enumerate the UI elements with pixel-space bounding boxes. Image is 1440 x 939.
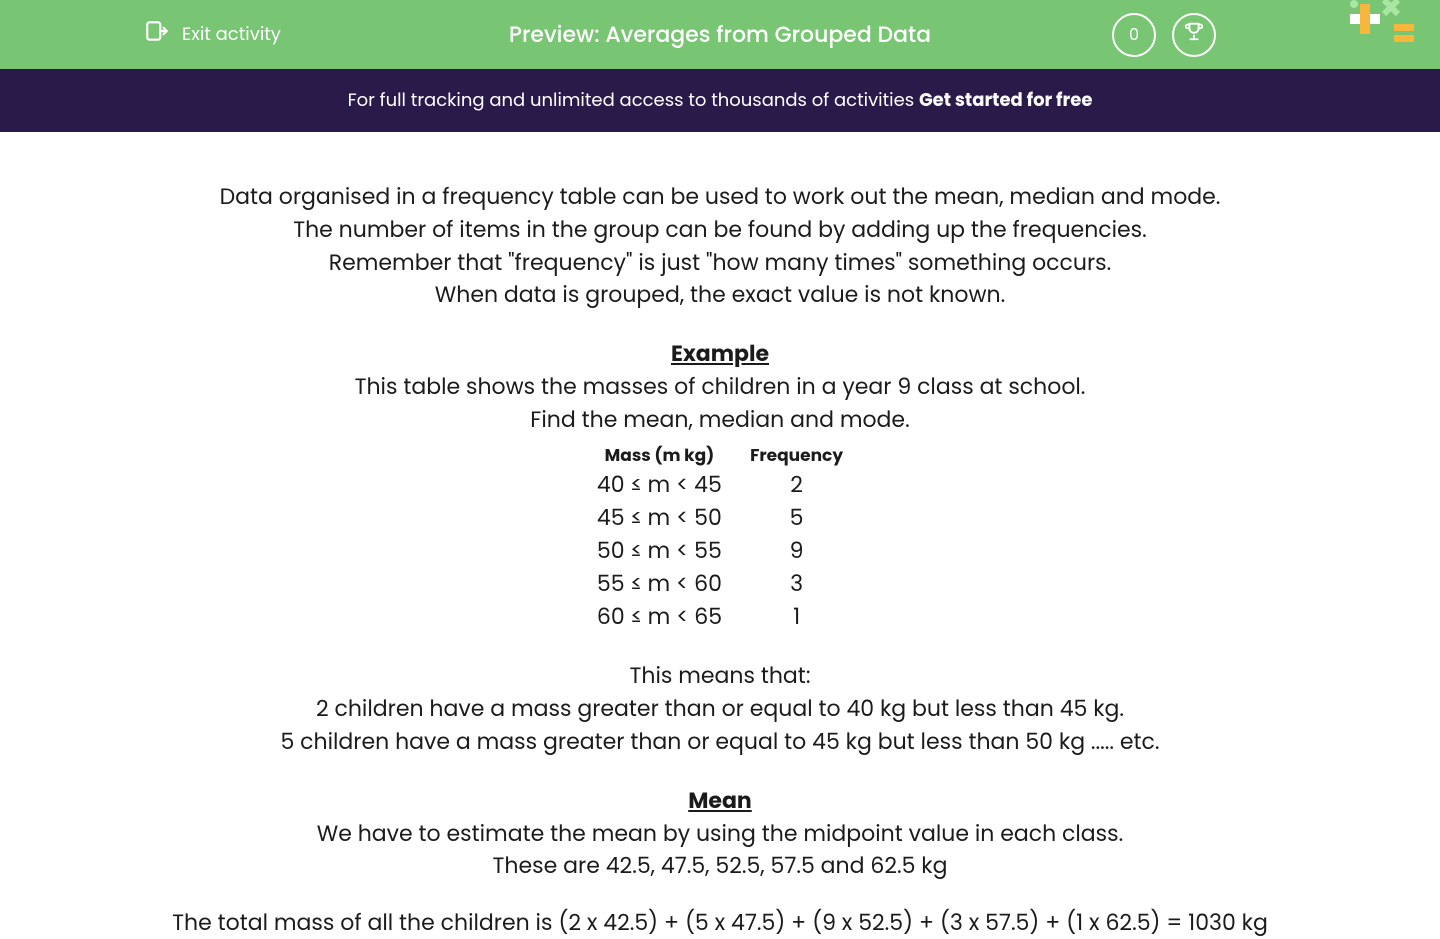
mean-total-line: The total mass of all the children is (2…	[40, 908, 1400, 939]
explanation-line: 2 children have a mass greater than or e…	[40, 694, 1400, 725]
col-header-freq: Frequency	[736, 442, 857, 470]
brand-logo-icon	[1350, 0, 1420, 55]
exit-label: Exit activity	[182, 21, 281, 48]
mass-cell: 50 ≤ m < 55	[583, 535, 736, 568]
score-value: 0	[1129, 22, 1139, 47]
mass-cell: 40 ≤ m < 45	[583, 469, 736, 502]
banner-cta: Get started for free	[919, 88, 1092, 113]
table-row: 40 ≤ m < 45 2	[583, 469, 857, 502]
table-row: 50 ≤ m < 55 9	[583, 535, 857, 568]
example-line: Find the mean, median and mode.	[40, 405, 1400, 436]
trophy-button[interactable]	[1172, 13, 1216, 57]
intro-block: Data organised in a frequency table can …	[40, 182, 1400, 311]
freq-cell: 2	[736, 469, 857, 502]
mass-cell: 55 ≤ m < 60	[583, 568, 736, 601]
intro-line: The number of items in the group can be …	[40, 215, 1400, 246]
example-line: This table shows the masses of children …	[40, 372, 1400, 403]
table-row: 55 ≤ m < 60 3	[583, 568, 857, 601]
mass-cell: 60 ≤ m < 65	[583, 601, 736, 634]
mean-line: We have to estimate the mean by using th…	[40, 819, 1400, 850]
trophy-icon	[1183, 20, 1205, 49]
exit-icon	[144, 18, 170, 52]
freq-cell: 9	[736, 535, 857, 568]
table-row: 45 ≤ m < 50 5	[583, 502, 857, 535]
example-heading: Example	[40, 339, 1400, 370]
mean-block: Mean We have to estimate the mean by usi…	[40, 786, 1400, 939]
mean-heading: Mean	[40, 786, 1400, 817]
freq-cell: 5	[736, 502, 857, 535]
score-badge[interactable]: 0	[1112, 13, 1156, 57]
table-header-row: Mass (m kg) Frequency	[583, 442, 857, 470]
freq-cell: 1	[736, 601, 857, 634]
mean-line: These are 42.5, 47.5, 52.5, 57.5 and 62.…	[40, 851, 1400, 882]
col-header-mass: Mass (m kg)	[583, 442, 736, 470]
header-controls: 0	[1112, 13, 1216, 57]
intro-line: Data organised in a frequency table can …	[40, 182, 1400, 213]
page-title: Preview: Averages from Grouped Data	[509, 18, 931, 51]
explanation-line: This means that:	[40, 661, 1400, 692]
exit-activity-button[interactable]: Exit activity	[144, 18, 281, 52]
lesson-content: Data organised in a frequency table can …	[0, 132, 1440, 939]
intro-line: Remember that "frequency" is just "how m…	[40, 248, 1400, 279]
app-header: Exit activity Preview: Averages from Gro…	[0, 0, 1440, 69]
frequency-table: Mass (m kg) Frequency 40 ≤ m < 45 2 45 ≤…	[583, 442, 857, 634]
mass-cell: 45 ≤ m < 50	[583, 502, 736, 535]
intro-line: When data is grouped, the exact value is…	[40, 280, 1400, 311]
explanation-line: 5 children have a mass greater than or e…	[40, 727, 1400, 758]
freq-cell: 3	[736, 568, 857, 601]
banner-prefix: For full tracking and unlimited access t…	[348, 88, 919, 113]
table-row: 60 ≤ m < 65 1	[583, 601, 857, 634]
upsell-banner[interactable]: For full tracking and unlimited access t…	[0, 69, 1440, 132]
explanation-block: This means that: 2 children have a mass …	[40, 661, 1400, 757]
example-block: Example This table shows the masses of c…	[40, 339, 1400, 633]
